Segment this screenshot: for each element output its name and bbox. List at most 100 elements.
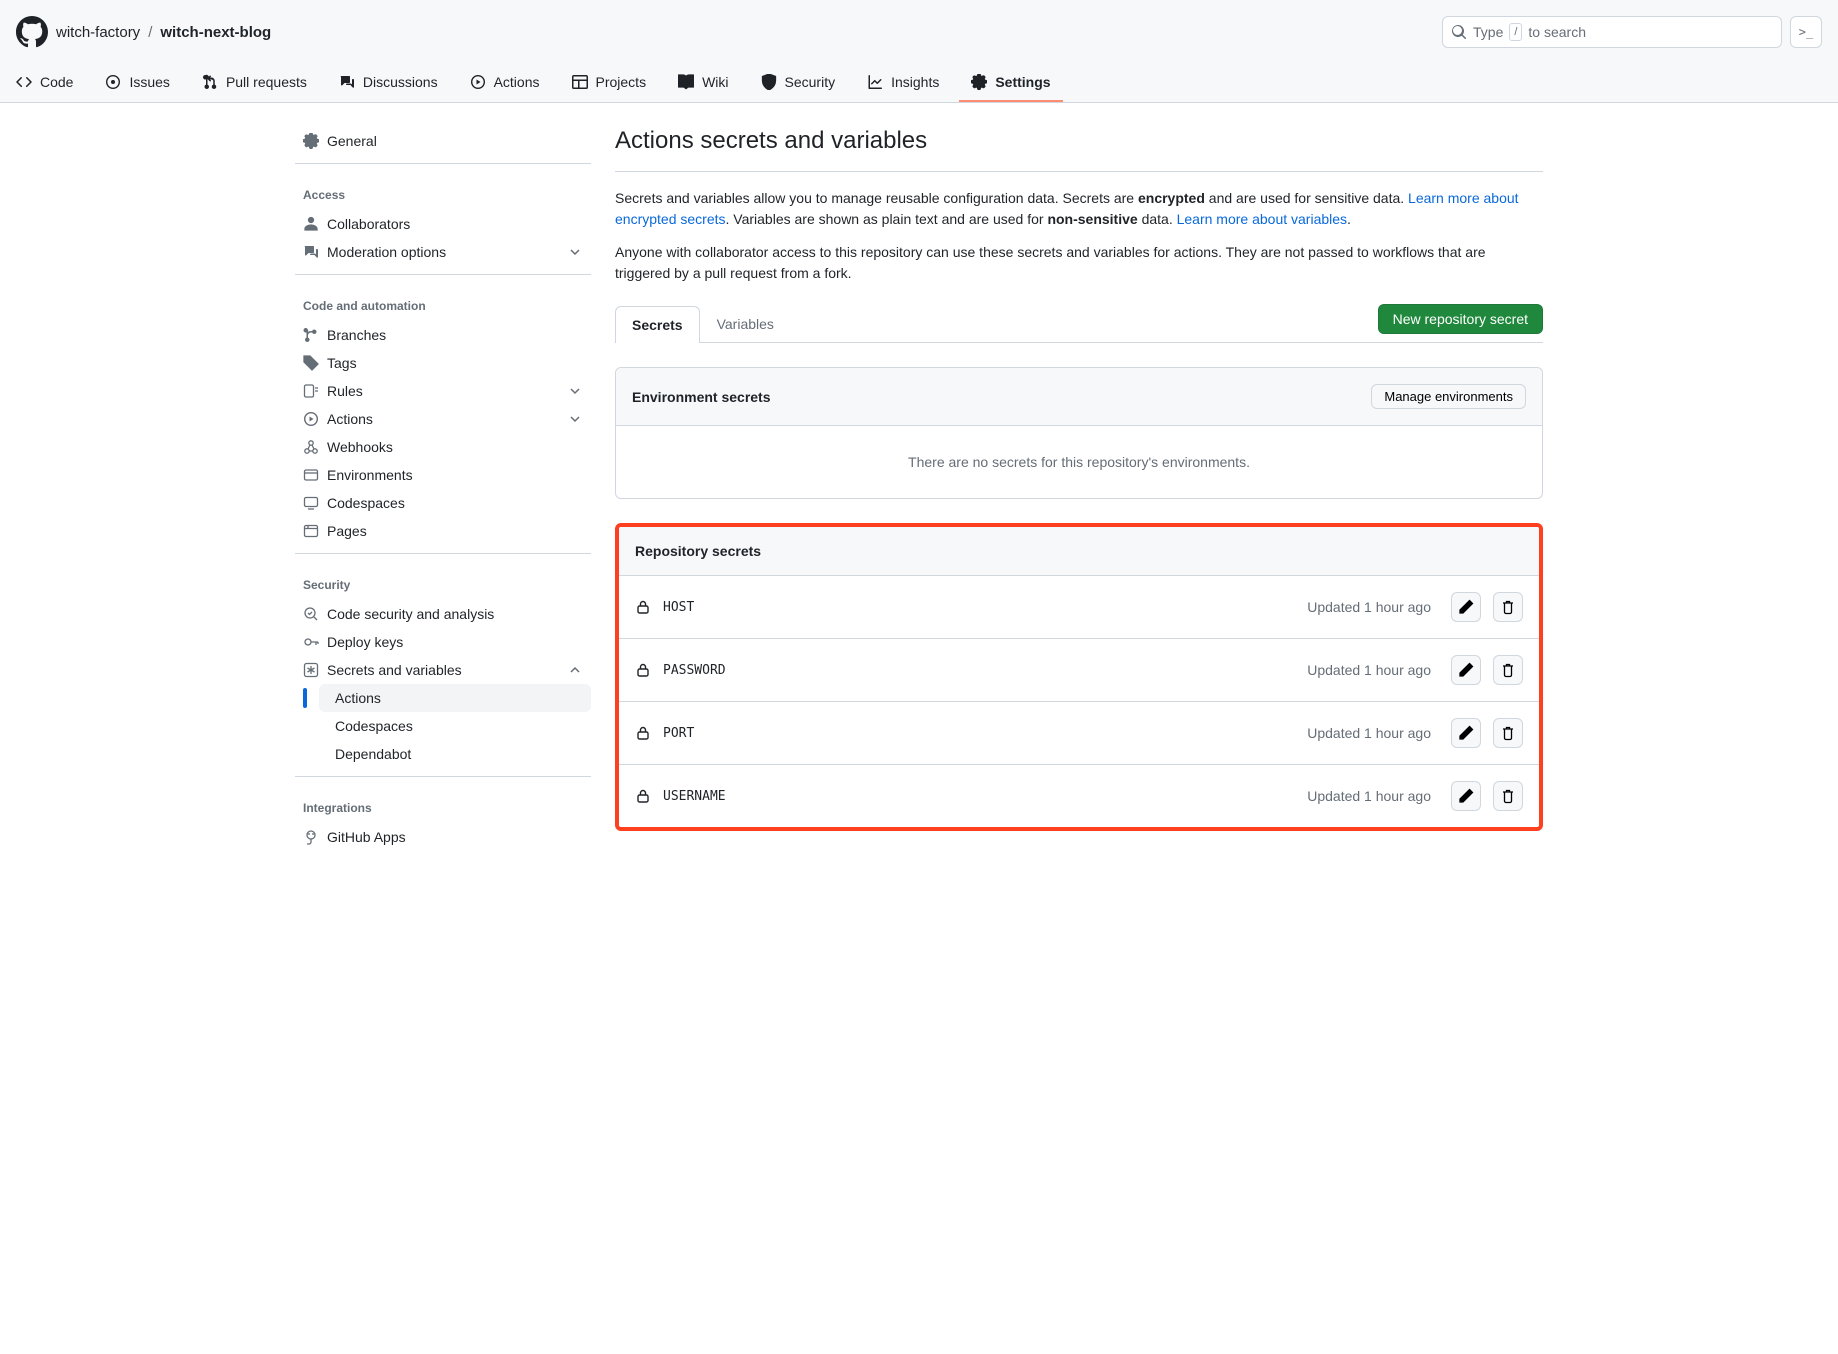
nav-discussions[interactable]: Discussions bbox=[327, 64, 450, 102]
sidebar-environments-label: Environments bbox=[327, 467, 413, 483]
top-header: witch-factory / witch-next-blog Type / t… bbox=[0, 0, 1838, 64]
sidebar-sub-actions[interactable]: Actions bbox=[319, 684, 591, 712]
sidebar-rules[interactable]: Rules bbox=[295, 377, 591, 405]
sidebar-sub-dependabot[interactable]: Dependabot bbox=[319, 740, 591, 768]
secret-updated: Updated 1 hour ago bbox=[1307, 662, 1431, 678]
search-suffix: to search bbox=[1528, 24, 1586, 40]
delete-secret-button[interactable] bbox=[1493, 655, 1523, 685]
nav-pulls[interactable]: Pull requests bbox=[190, 64, 319, 102]
lock-icon bbox=[635, 788, 651, 804]
sidebar-branches[interactable]: Branches bbox=[295, 321, 591, 349]
trash-icon bbox=[1500, 788, 1516, 804]
nav-settings-label: Settings bbox=[995, 74, 1050, 90]
intro-nonsensitive-bold: non-sensitive bbox=[1047, 211, 1137, 227]
sidebar-sub-dependabot-label: Dependabot bbox=[335, 746, 411, 762]
sidebar-deploy-keys-label: Deploy keys bbox=[327, 634, 403, 650]
sidebar-webhooks[interactable]: Webhooks bbox=[295, 433, 591, 461]
secret-name: HOST bbox=[663, 600, 694, 615]
sidebar-actions-label: Actions bbox=[327, 411, 373, 427]
pencil-icon bbox=[1458, 725, 1474, 741]
sidebar-secrets-vars[interactable]: Secrets and variables bbox=[295, 656, 591, 684]
nav-pulls-label: Pull requests bbox=[226, 74, 307, 90]
nav-actions-label: Actions bbox=[494, 74, 540, 90]
secret-updated: Updated 1 hour ago bbox=[1307, 725, 1431, 741]
secret-name: PORT bbox=[663, 726, 694, 741]
nav-insights[interactable]: Insights bbox=[855, 64, 951, 102]
secret-row: HOST Updated 1 hour ago bbox=[619, 576, 1539, 638]
search-input[interactable]: Type / to search bbox=[1442, 16, 1782, 48]
breadcrumb-separator: / bbox=[146, 24, 154, 41]
intro-paragraph-1: Secrets and variables allow you to manag… bbox=[615, 188, 1543, 230]
command-palette-button[interactable]: >_ bbox=[1790, 16, 1822, 48]
breadcrumb-owner[interactable]: witch-factory bbox=[56, 24, 140, 41]
sidebar-code-security[interactable]: Code security and analysis bbox=[295, 600, 591, 628]
intro-1c: and are used for sensitive data. bbox=[1205, 190, 1408, 206]
discussion-icon bbox=[303, 244, 319, 260]
sidebar-github-apps[interactable]: GitHub Apps bbox=[295, 823, 591, 851]
secret-row: PORT Updated 1 hour ago bbox=[619, 701, 1539, 764]
delete-secret-button[interactable] bbox=[1493, 592, 1523, 622]
book-icon bbox=[678, 74, 694, 90]
delete-secret-button[interactable] bbox=[1493, 781, 1523, 811]
sidebar-moderation[interactable]: Moderation options bbox=[295, 238, 591, 266]
pencil-icon bbox=[1458, 662, 1474, 678]
sidebar-security-title: Security bbox=[295, 562, 591, 600]
lock-icon bbox=[635, 662, 651, 678]
sidebar-collaborators[interactable]: Collaborators bbox=[295, 210, 591, 238]
tag-icon bbox=[303, 355, 319, 371]
secret-updated: Updated 1 hour ago bbox=[1307, 599, 1431, 615]
nav-settings[interactable]: Settings bbox=[959, 64, 1062, 102]
sidebar-codespaces[interactable]: Codespaces bbox=[295, 489, 591, 517]
graph-icon bbox=[867, 74, 883, 90]
branch-icon bbox=[303, 327, 319, 343]
intro-1g: . bbox=[1347, 211, 1351, 227]
play-icon bbox=[470, 74, 486, 90]
sidebar-codespaces-label: Codespaces bbox=[327, 495, 405, 511]
sidebar-general[interactable]: General bbox=[295, 127, 591, 155]
sidebar-pages[interactable]: Pages bbox=[295, 517, 591, 545]
tab-variables[interactable]: Variables bbox=[700, 305, 791, 342]
code-icon bbox=[16, 74, 32, 90]
sidebar-environments[interactable]: Environments bbox=[295, 461, 591, 489]
nav-discussions-label: Discussions bbox=[363, 74, 438, 90]
play-icon bbox=[303, 411, 319, 427]
new-repository-secret-button[interactable]: New repository secret bbox=[1378, 304, 1543, 334]
nav-wiki[interactable]: Wiki bbox=[666, 64, 740, 102]
search-prefix: Type bbox=[1473, 24, 1503, 40]
manage-environments-button[interactable]: Manage environments bbox=[1371, 384, 1526, 409]
sidebar-collaborators-label: Collaborators bbox=[327, 216, 410, 232]
nav-code[interactable]: Code bbox=[4, 64, 85, 102]
github-logo[interactable] bbox=[16, 16, 48, 48]
edit-secret-button[interactable] bbox=[1451, 592, 1481, 622]
sidebar-sub-codespaces[interactable]: Codespaces bbox=[319, 712, 591, 740]
sidebar-sub-actions-label: Actions bbox=[335, 690, 381, 706]
secret-row: USERNAME Updated 1 hour ago bbox=[619, 764, 1539, 827]
nav-projects[interactable]: Projects bbox=[560, 64, 659, 102]
nav-projects-label: Projects bbox=[596, 74, 647, 90]
learn-variables-link[interactable]: Learn more about variables bbox=[1177, 211, 1347, 227]
edit-secret-button[interactable] bbox=[1451, 781, 1481, 811]
nav-issues[interactable]: Issues bbox=[93, 64, 181, 102]
secrets-variables-tabs: Secrets Variables New repository secret bbox=[615, 304, 1543, 343]
sidebar-pages-label: Pages bbox=[327, 523, 367, 539]
tab-secrets[interactable]: Secrets bbox=[615, 306, 700, 343]
repo-nav: Code Issues Pull requests Discussions Ac… bbox=[0, 64, 1838, 103]
environment-secrets-header: Environment secrets bbox=[632, 389, 771, 405]
edit-secret-button[interactable] bbox=[1451, 655, 1481, 685]
edit-secret-button[interactable] bbox=[1451, 718, 1481, 748]
breadcrumb: witch-factory / witch-next-blog bbox=[56, 24, 271, 41]
sidebar-tags[interactable]: Tags bbox=[295, 349, 591, 377]
sidebar-general-label: General bbox=[327, 133, 377, 149]
intro-paragraph-2: Anyone with collaborator access to this … bbox=[615, 242, 1543, 284]
trash-icon bbox=[1500, 599, 1516, 615]
sidebar-rules-label: Rules bbox=[327, 383, 363, 399]
breadcrumb-repo[interactable]: witch-next-blog bbox=[160, 24, 271, 41]
key-icon bbox=[303, 634, 319, 650]
plug-icon bbox=[303, 829, 319, 845]
delete-secret-button[interactable] bbox=[1493, 718, 1523, 748]
pencil-icon bbox=[1458, 599, 1474, 615]
sidebar-deploy-keys[interactable]: Deploy keys bbox=[295, 628, 591, 656]
nav-actions[interactable]: Actions bbox=[458, 64, 552, 102]
sidebar-actions[interactable]: Actions bbox=[295, 405, 591, 433]
nav-security[interactable]: Security bbox=[749, 64, 848, 102]
